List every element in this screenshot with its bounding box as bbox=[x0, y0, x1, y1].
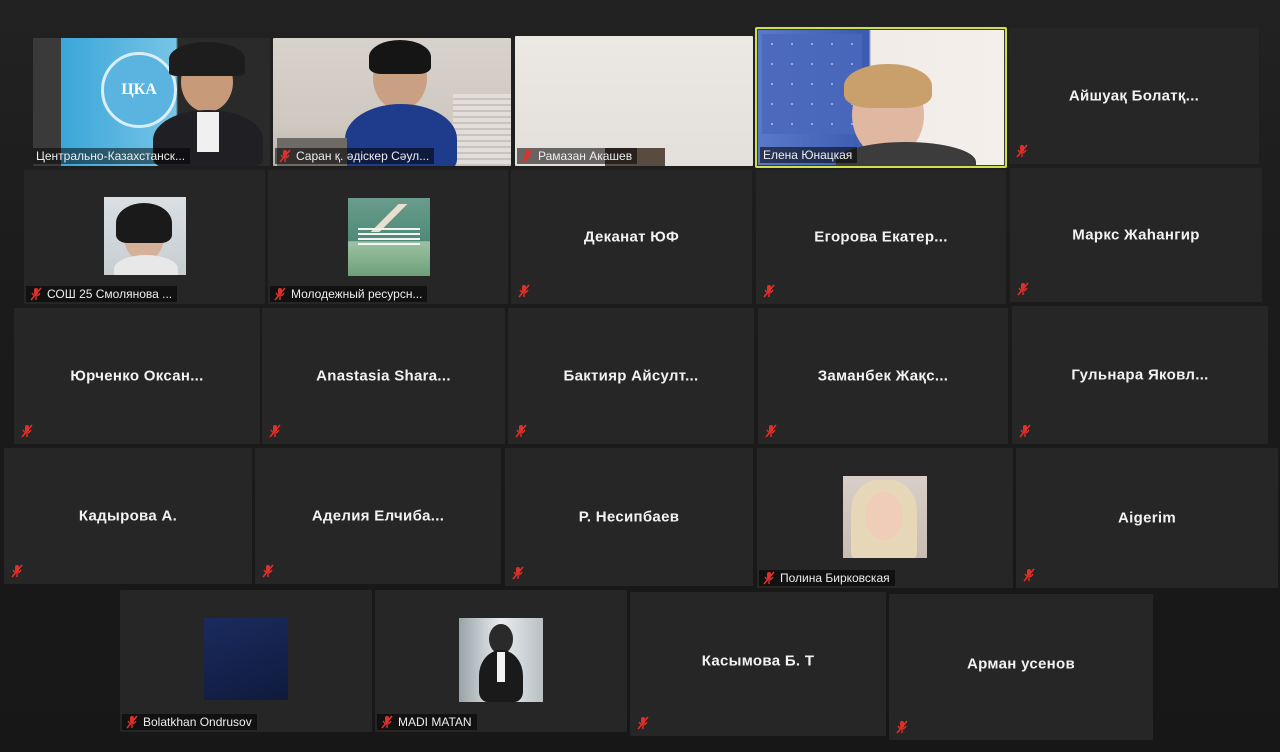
participant-tile[interactable]: Бактияр Айсулт... bbox=[508, 308, 754, 444]
participant-tile[interactable]: Аделия Елчиба... bbox=[255, 448, 501, 584]
participant-name: Егорова Екатер... bbox=[814, 228, 948, 246]
participant-tile[interactable]: СОШ 25 Смолянова ... bbox=[24, 170, 265, 304]
participant-tile[interactable]: Деканат ЮФ bbox=[511, 170, 752, 304]
participant-name: Bolatkhan Ondrusov bbox=[143, 715, 252, 729]
participant-tile-active-speaker[interactable]: Елена Юнацкая bbox=[755, 27, 1007, 168]
microphone-muted-icon bbox=[274, 287, 286, 301]
participant-tile[interactable]: Егорова Екатер... bbox=[756, 170, 1006, 304]
microphone-muted-icon bbox=[1023, 568, 1035, 582]
microphone-muted-icon bbox=[1017, 282, 1029, 296]
participant-name-label: MADI MATAN bbox=[377, 714, 477, 730]
participant-tile[interactable]: Маркс Жаһангир bbox=[1010, 168, 1262, 302]
participant-tile[interactable]: ЦКА Центрально-Казахстанск... bbox=[33, 38, 270, 166]
participant-name-label: Рамазан Акашев bbox=[517, 148, 638, 164]
participant-tile[interactable]: Aigerim bbox=[1016, 448, 1278, 588]
microphone-muted-icon bbox=[515, 424, 527, 438]
participant-tile[interactable]: Молодежный ресурсн... bbox=[268, 170, 508, 304]
participant-name: Юрченко Оксан... bbox=[70, 367, 204, 385]
participant-name: Aigerim bbox=[1118, 509, 1176, 527]
participant-name: Елена Юнацкая bbox=[763, 148, 853, 162]
participant-video bbox=[515, 36, 753, 166]
participant-name: Полина Бирковская bbox=[780, 571, 890, 585]
participant-name: Саран қ. әдіскер Сәул... bbox=[296, 149, 430, 163]
participant-name: Заманбек Жақс... bbox=[817, 367, 949, 385]
participant-name: Арман усенов bbox=[967, 655, 1075, 673]
participant-tile[interactable]: Юрченко Оксан... bbox=[14, 308, 260, 444]
microphone-muted-icon bbox=[521, 149, 533, 163]
participant-tile[interactable]: Р. Несипбаев bbox=[505, 448, 753, 586]
participant-name-label: СОШ 25 Смолянова ... bbox=[26, 286, 178, 302]
participant-name: Молодежный ресурсн... bbox=[291, 287, 423, 301]
participant-tile[interactable]: Кадырова А. bbox=[4, 448, 252, 584]
participant-name: Маркс Жаһангир bbox=[1072, 226, 1200, 244]
microphone-muted-icon bbox=[269, 424, 281, 438]
microphone-muted-icon bbox=[763, 284, 775, 298]
participant-name: Кадырова А. bbox=[78, 507, 178, 525]
logo-text: ЦКА bbox=[121, 81, 157, 98]
microphone-muted-icon bbox=[11, 564, 23, 578]
video-grid: ЦКА Центрально-Казахстанск... Саран қ. ә… bbox=[0, 0, 1280, 752]
participant-avatar-photo bbox=[104, 197, 186, 275]
participant-name: Anastasia Shara... bbox=[316, 367, 451, 385]
microphone-muted-icon bbox=[637, 716, 649, 730]
participant-tile[interactable]: MADI MATAN bbox=[375, 590, 627, 732]
microphone-muted-icon bbox=[262, 564, 274, 578]
microphone-muted-icon bbox=[518, 284, 530, 298]
participant-name: Центрально-Казахстанск... bbox=[36, 149, 186, 163]
participant-name: Рамазан Акашев bbox=[538, 149, 633, 163]
participant-name: Аделия Елчиба... bbox=[311, 507, 445, 525]
participant-name: MADI MATAN bbox=[398, 715, 472, 729]
microphone-muted-icon bbox=[1016, 144, 1028, 158]
microphone-muted-icon bbox=[381, 715, 393, 729]
participant-tile[interactable]: Полина Бирковская bbox=[757, 448, 1013, 588]
microphone-muted-icon bbox=[512, 566, 524, 580]
participant-name: Бактияр Айсулт... bbox=[563, 367, 699, 385]
microphone-muted-icon bbox=[30, 287, 42, 301]
microphone-muted-icon bbox=[279, 149, 291, 163]
participant-tile[interactable]: Айшуақ Болатқ... bbox=[1009, 28, 1259, 164]
participant-tile[interactable]: Гульнара Яковл... bbox=[1012, 306, 1268, 444]
participant-tile[interactable]: Заманбек Жақс... bbox=[758, 308, 1008, 444]
logo-emblem: ЦКА bbox=[101, 52, 177, 128]
participant-name-label: Елена Юнацкая bbox=[760, 147, 858, 163]
participant-video bbox=[758, 30, 1004, 165]
participant-tile[interactable]: Anastasia Shara... bbox=[262, 308, 505, 444]
microphone-muted-icon bbox=[896, 720, 908, 734]
microphone-muted-icon bbox=[763, 571, 775, 585]
participant-name-label: Полина Бирковская bbox=[759, 570, 895, 586]
participant-name-label: Bolatkhan Ondrusov bbox=[122, 714, 257, 730]
participant-name-label: Центрально-Казахстанск... bbox=[33, 148, 191, 164]
participant-avatar-photo bbox=[459, 618, 543, 702]
participant-name-label: Молодежный ресурсн... bbox=[270, 286, 428, 302]
participant-tile[interactable]: Рамазан Акашев bbox=[515, 36, 753, 166]
microphone-muted-icon bbox=[1019, 424, 1031, 438]
participant-name: Касымова Б. Т bbox=[701, 652, 815, 670]
participant-name: СОШ 25 Смолянова ... bbox=[47, 287, 173, 301]
participant-tile[interactable]: Касымова Б. Т bbox=[630, 592, 886, 736]
participant-avatar-poster bbox=[348, 198, 430, 276]
participant-video: ЦКА bbox=[61, 38, 270, 166]
participant-video bbox=[273, 38, 511, 166]
participant-tile[interactable]: Bolatkhan Ondrusov bbox=[120, 590, 372, 732]
microphone-muted-icon bbox=[765, 424, 777, 438]
participant-tile[interactable]: Арман усенов bbox=[889, 594, 1153, 740]
participant-avatar-photo bbox=[204, 618, 288, 700]
participant-name: Айшуақ Болатқ... bbox=[1068, 87, 1200, 105]
participant-avatar-photo bbox=[843, 476, 927, 558]
participant-name-label: Саран қ. әдіскер Сәул... bbox=[275, 148, 435, 164]
participant-name: Деканат ЮФ bbox=[583, 228, 680, 246]
participant-tile[interactable]: Саран қ. әдіскер Сәул... bbox=[273, 38, 511, 166]
participant-name: Гульнара Яковл... bbox=[1071, 366, 1209, 384]
microphone-muted-icon bbox=[126, 715, 138, 729]
participant-name: Р. Несипбаев bbox=[578, 508, 680, 526]
microphone-muted-icon bbox=[21, 424, 33, 438]
